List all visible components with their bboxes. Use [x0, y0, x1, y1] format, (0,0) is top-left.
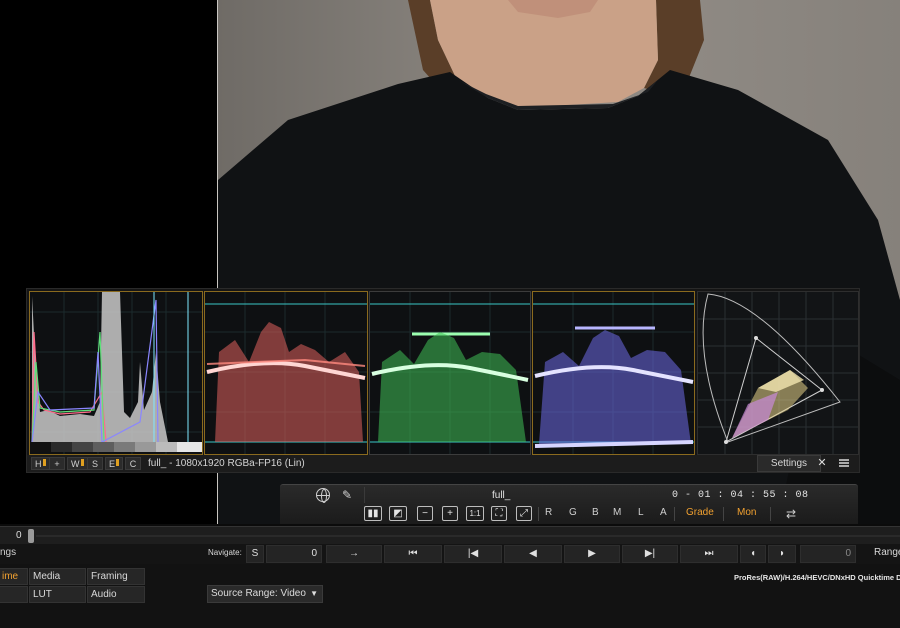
zoom-actual-size-button[interactable]: 1:1	[466, 506, 484, 521]
parade-mode-button[interactable]: S	[87, 457, 103, 470]
clip-format-info: full_ - 1080x1920 RGBa-FP16 (Lin)	[148, 458, 305, 469]
zoom-out-icon[interactable]: −	[417, 506, 433, 521]
add-scope-button[interactable]: +	[49, 457, 65, 470]
mark-in-button[interactable]: ◖	[740, 545, 766, 563]
scope-settings-button[interactable]: Settings	[757, 455, 821, 472]
timecode-display[interactable]: 0 - 01 : 04 : 55 : 08	[672, 490, 809, 501]
frame-input[interactable]: 0	[266, 545, 322, 563]
timeline-scrubber[interactable]: 0	[0, 526, 900, 544]
tab-lut[interactable]: LUT	[29, 586, 86, 603]
exposure-mode-button[interactable]: E	[105, 457, 124, 470]
navigate-label: Navigate:	[208, 548, 242, 557]
range-tab-label[interactable]: Range	[874, 547, 900, 558]
current-frame: 0	[16, 530, 22, 541]
vectorscope[interactable]	[697, 291, 859, 455]
next-frame-button[interactable]: ▶|	[622, 545, 678, 563]
grade-toggle[interactable]: Grade	[686, 507, 714, 518]
scope-toolbar: H + W S E C full_ - 1080x1920 RGBa-FP16 …	[27, 455, 859, 472]
mark-out-button[interactable]: ◗	[768, 545, 796, 563]
clip-name: full_	[492, 490, 511, 501]
channel-mono-button[interactable]: M	[613, 507, 621, 518]
wipe-view-icon[interactable]: ◩	[389, 506, 407, 521]
histogram-scope[interactable]	[29, 291, 203, 455]
channel-luma-button[interactable]: L	[638, 507, 644, 518]
waveform-mode-button[interactable]: W	[67, 457, 88, 470]
timeline-track[interactable]	[36, 535, 900, 537]
channel-alpha-button[interactable]: A	[660, 507, 667, 518]
tab-audio[interactable]: Audio	[87, 586, 145, 603]
chevron-down-icon: ▼	[310, 589, 318, 598]
red-waveform-scope[interactable]	[204, 291, 368, 455]
tab-framing[interactable]: Framing	[87, 568, 145, 585]
playhead-handle[interactable]	[28, 529, 34, 543]
close-icon[interactable]: ✕	[814, 455, 830, 472]
tab-time[interactable]: ime	[0, 568, 28, 585]
pencil-icon[interactable]: ✎	[342, 488, 352, 502]
color-mode-button[interactable]: C	[125, 457, 141, 470]
scopes-panel: H + W S E C full_ - 1080x1920 RGBa-FP16 …	[26, 288, 860, 473]
channel-red-button[interactable]: R	[545, 507, 552, 518]
go-to-end-button[interactable]: ⏭	[680, 545, 738, 563]
go-to-arrow-button[interactable]: →	[326, 545, 382, 563]
globe-icon[interactable]	[316, 488, 330, 503]
previous-frame-button[interactable]: |◀	[444, 545, 502, 563]
settings-panel: ime Media Framing LUT Audio Source Range…	[0, 564, 900, 628]
divider	[770, 507, 771, 521]
snap-button[interactable]: S	[246, 545, 264, 563]
blue-waveform-scope[interactable]	[532, 291, 695, 455]
source-range-select[interactable]: Source Range: Video ▼	[207, 585, 323, 603]
channel-green-button[interactable]: G	[569, 507, 577, 518]
divider	[538, 507, 539, 521]
settings-tab-label[interactable]: ngs	[0, 547, 16, 558]
source-range-value: Source Range: Video	[211, 588, 306, 599]
player-control-bar: ✎ full_ 0 - 01 : 04 : 55 : 08 ▮▮ ◩ − + 1…	[280, 484, 858, 524]
green-waveform-scope[interactable]	[369, 291, 531, 455]
divider	[723, 507, 724, 521]
fit-to-window-icon[interactable]: ⛶	[491, 506, 507, 521]
menu-icon[interactable]	[839, 459, 849, 467]
split-view-icon[interactable]: ▮▮	[364, 506, 382, 521]
divider	[364, 487, 365, 503]
channel-blue-button[interactable]: B	[592, 507, 599, 518]
swap-icon[interactable]: ⇄	[786, 507, 796, 521]
divider	[20, 545, 24, 563]
go-to-start-button[interactable]: ⏮	[384, 545, 442, 563]
zoom-in-icon[interactable]: +	[442, 506, 458, 521]
codec-info: ProRes(RAW)/H.264/HEVC/DNxHD Quicktime D…	[734, 573, 900, 582]
range-input[interactable]: 0	[800, 545, 856, 563]
tab-hidden[interactable]	[0, 586, 28, 603]
divider	[674, 507, 675, 521]
histogram-mode-button[interactable]: H	[31, 457, 50, 470]
fullscreen-icon[interactable]: ⤢	[516, 506, 532, 521]
tab-media[interactable]: Media	[29, 568, 86, 585]
play-button[interactable]: ▶	[564, 545, 620, 563]
transport-bar: ngs Navigate: S 0 → ⏮ |◀ ◀ ▶ ▶| ⏭ ◖ ◗ 0 …	[0, 544, 900, 564]
monitor-toggle[interactable]: Mon	[737, 507, 756, 518]
play-reverse-button[interactable]: ◀	[504, 545, 562, 563]
